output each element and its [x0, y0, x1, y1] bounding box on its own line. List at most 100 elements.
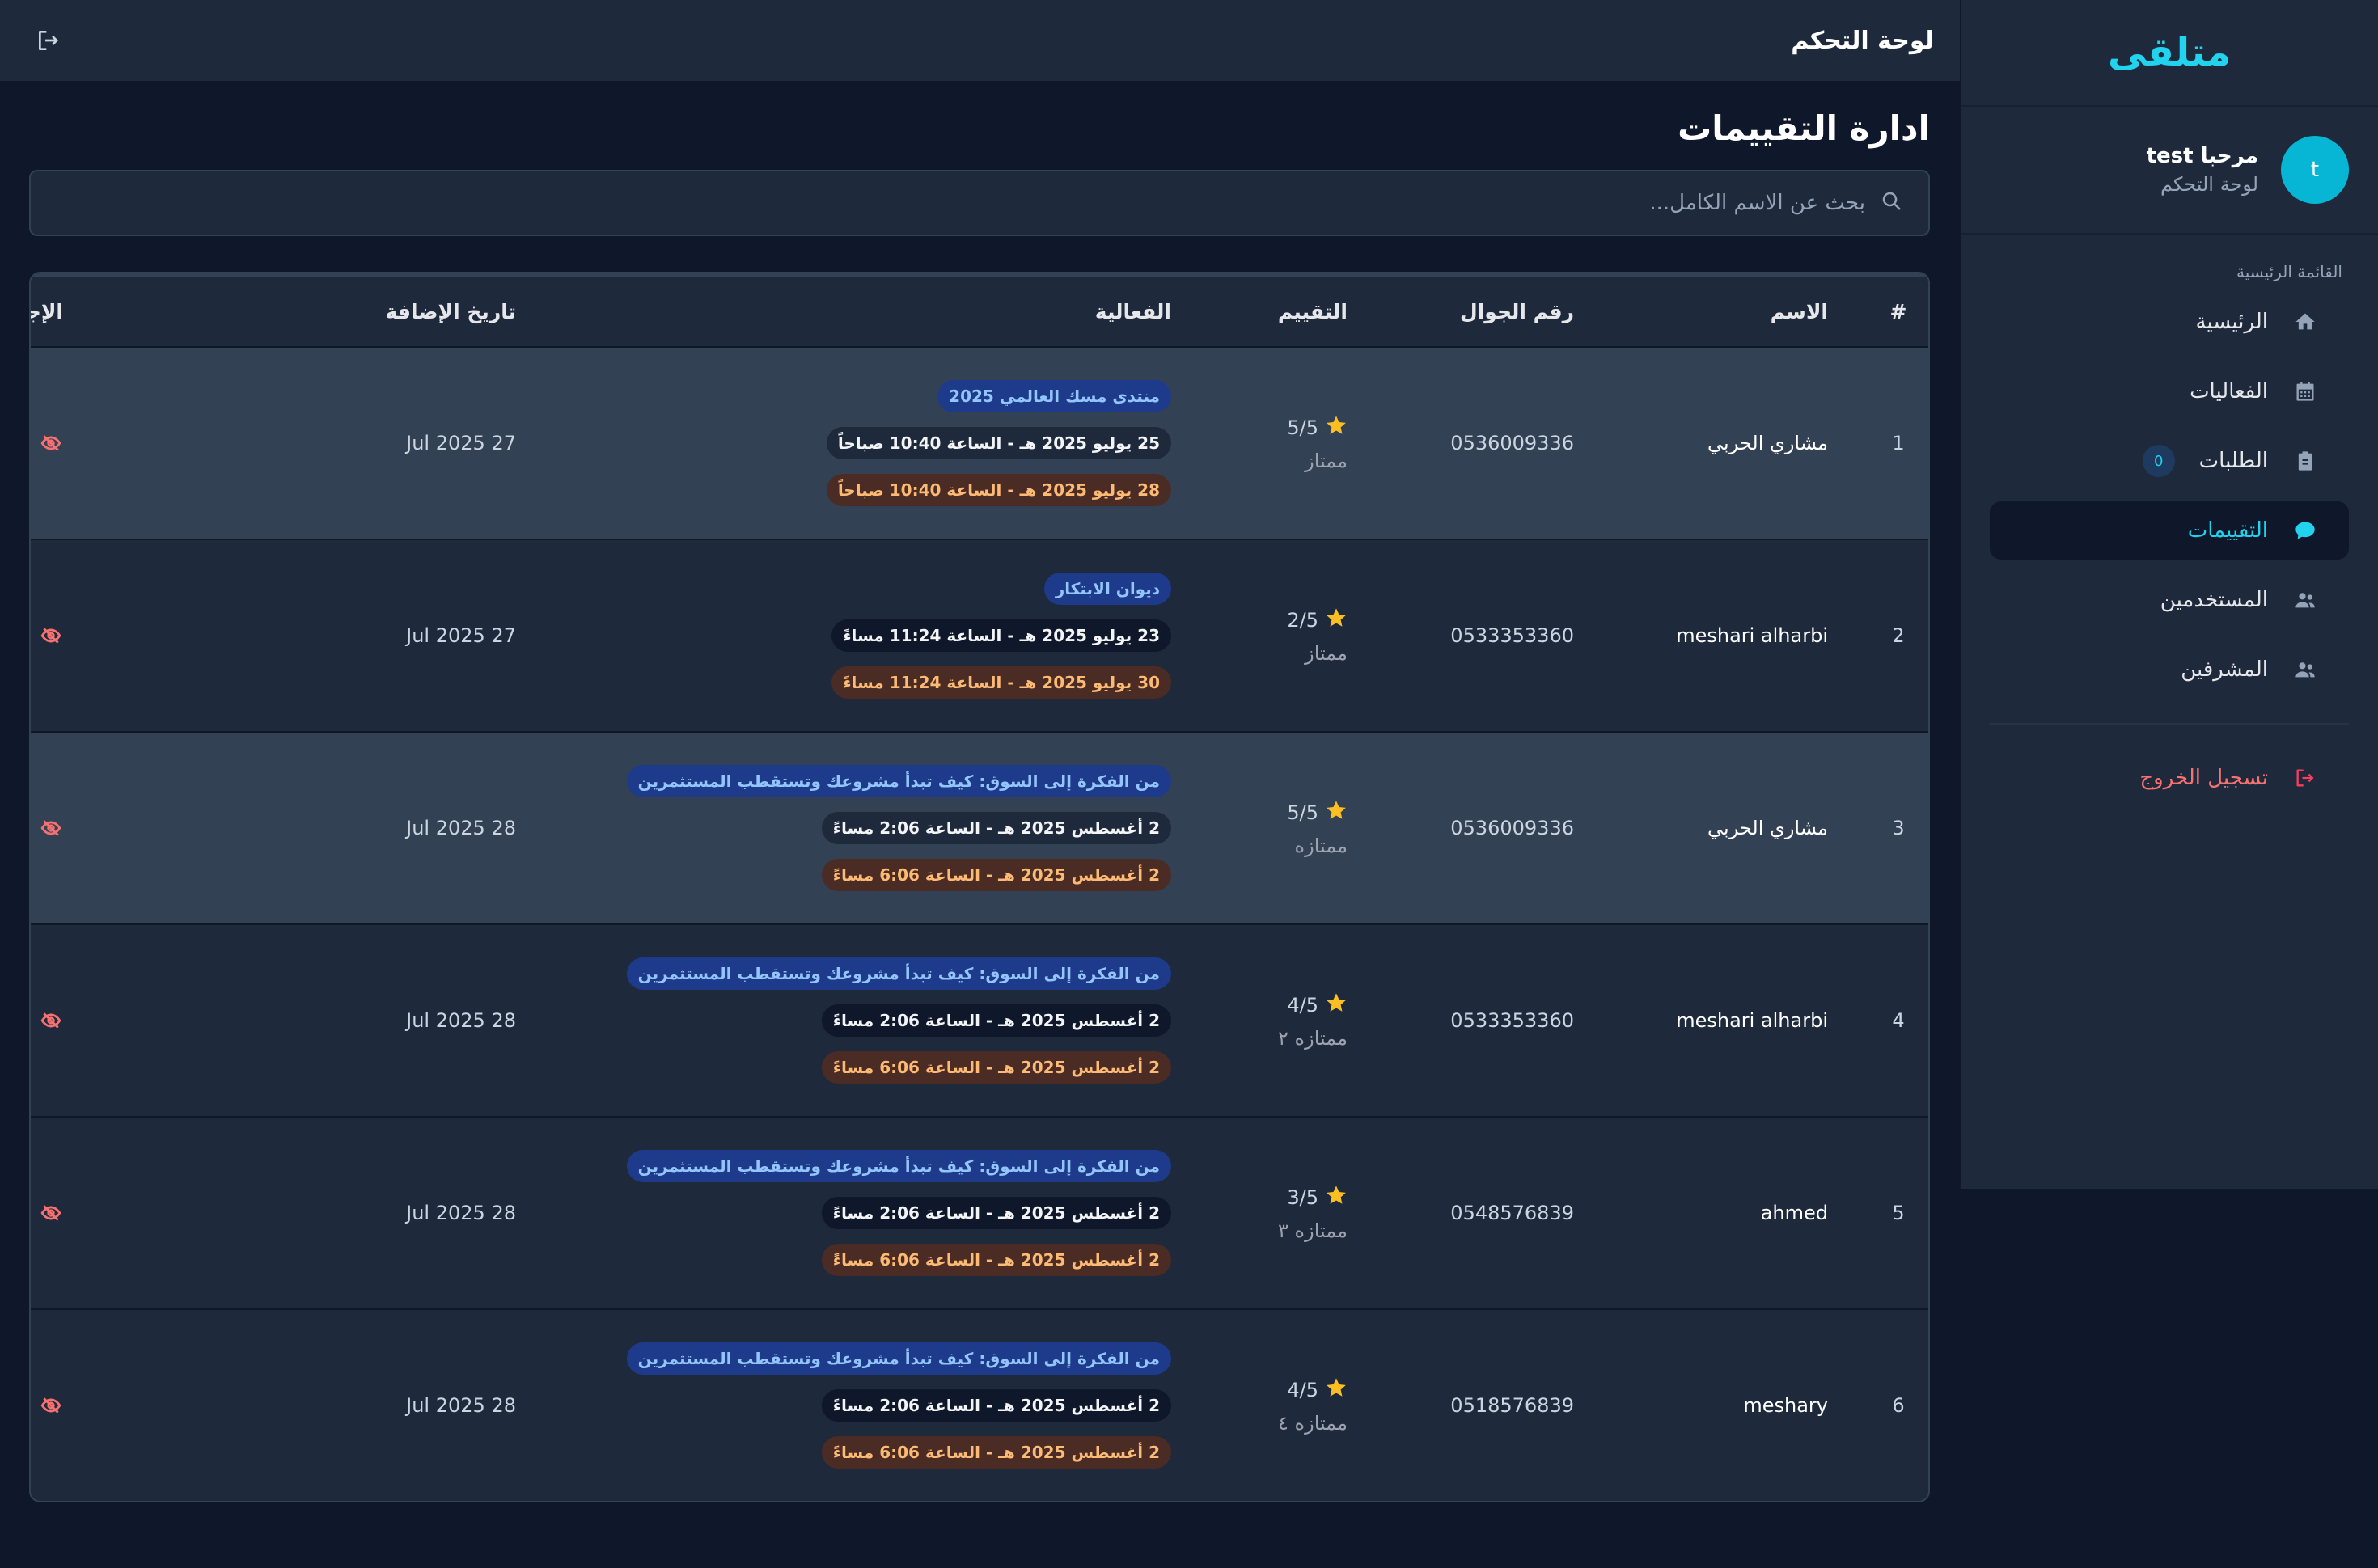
- logout-menu: تسجيل الخروج: [1961, 749, 2378, 807]
- row-date: 28 Jul 2025: [406, 1009, 516, 1032]
- rating-value: 5/5: [1287, 801, 1318, 824]
- header-date: تاريخ الإضافة: [385, 299, 516, 323]
- row-num: 2: [1892, 624, 1905, 647]
- rating-value: 3/5: [1287, 1186, 1318, 1209]
- star-icon: [1318, 991, 1348, 1019]
- sidebar-item-label: المشرفين: [2181, 657, 2268, 682]
- hide-icon[interactable]: [39, 1008, 63, 1033]
- rating-label: ممتازه ٤: [1278, 1412, 1348, 1435]
- event-title-badge: من الفكرة إلى السوق: كيف تبدأ مشروعك وتس…: [626, 1150, 1171, 1182]
- clipboard-icon: [2292, 448, 2318, 474]
- event-start-badge: 23 يوليو 2025 هـ - الساعة 11:24 مساءً: [831, 619, 1171, 652]
- row-name: meshari alharbi: [1676, 624, 1828, 647]
- hide-icon[interactable]: [39, 1393, 63, 1418]
- event-end-badge: 28 يوليو 2025 هـ - الساعة 10:40 صباحاً: [826, 474, 1171, 506]
- sidebar-item-label: الفعاليات: [2190, 379, 2268, 404]
- search-icon: [1880, 189, 1904, 217]
- star-icon: [1318, 1184, 1348, 1211]
- event-title-badge: ديوان الابتكار: [1043, 573, 1171, 605]
- sidebar-item-label: الرئيسية: [2195, 310, 2268, 334]
- row-actions: [31, 1393, 63, 1418]
- row-date: 27 Jul 2025: [406, 432, 516, 454]
- page-title: ادارة التقييمات: [1678, 108, 1930, 148]
- row-name: meshary: [1743, 1394, 1828, 1417]
- row-num: 4: [1892, 1009, 1905, 1032]
- row-date: 28 Jul 2025: [406, 1394, 516, 1417]
- row-phone: 0536009336: [1450, 432, 1574, 454]
- brand-name: متلقى: [2108, 30, 2232, 75]
- row-num: 6: [1892, 1394, 1905, 1417]
- row-event: من الفكرة إلى السوق: كيف تبدأ مشروعك وتس…: [516, 950, 1171, 1091]
- row-rating: 3/5 ممتازه ٣: [1171, 1184, 1388, 1242]
- row-rating: 4/5 ممتازه ٤: [1171, 1376, 1388, 1435]
- sidebar-item-label: الطلبات: [2198, 449, 2268, 473]
- table-row: 5 ahmed 0548576839 3/5 ممتازه ٣ من الفكر…: [31, 1116, 1928, 1308]
- topbar-title: لوحة التحكم: [1791, 26, 1934, 55]
- top-bar: لوحة التحكم: [0, 0, 1960, 81]
- user-profile: t مرحبا test لوحة التحكم: [1961, 107, 2378, 235]
- exit-icon[interactable]: [32, 24, 65, 57]
- sidebar-item-reviews[interactable]: التقييمات: [1990, 501, 2349, 560]
- rating-label: ممتاز: [1305, 450, 1348, 472]
- search-input[interactable]: [248, 191, 1865, 215]
- row-phone: 0533353360: [1450, 624, 1574, 647]
- logout-icon: [2292, 765, 2318, 791]
- header-phone: رقم الجوال: [1460, 299, 1574, 323]
- event-start-badge: 2 أغسطس 2025 هـ - الساعة 2:06 مساءً: [821, 1004, 1171, 1037]
- users-icon: [2292, 657, 2318, 683]
- row-actions: [31, 623, 63, 648]
- hide-icon[interactable]: [39, 1201, 63, 1225]
- row-event: من الفكرة إلى السوق: كيف تبدأ مشروعك وتس…: [516, 758, 1171, 898]
- menu-divider: [1990, 723, 2349, 725]
- sidebar: متلقى t مرحبا test لوحة التحكم القائمة ا…: [1960, 0, 2378, 1189]
- sidebar-item-label: المستخدمين: [2160, 588, 2268, 612]
- sidebar-item-home[interactable]: الرئيسية: [1990, 293, 2349, 351]
- sidebar-item-supervisors[interactable]: المشرفين: [1990, 640, 2349, 699]
- star-icon: [1318, 414, 1348, 442]
- row-rating: 5/5 ممتازه: [1171, 799, 1388, 857]
- event-end-badge: 2 أغسطس 2025 هـ - الساعة 6:06 مساءً: [821, 859, 1171, 891]
- avatar: t: [2281, 136, 2349, 204]
- logout-button[interactable]: تسجيل الخروج: [1990, 749, 2349, 807]
- header-name: الاسم: [1770, 299, 1828, 323]
- rating-label: ممتازه: [1294, 835, 1348, 857]
- row-rating: 5/5 ممتاز: [1171, 414, 1388, 472]
- row-num: 5: [1892, 1202, 1905, 1224]
- rating-value: 4/5: [1287, 994, 1318, 1016]
- profile-greeting: مرحبا test: [2146, 144, 2258, 168]
- rating-label: ممتاز: [1305, 642, 1348, 665]
- sidebar-menu: الرئيسية الفعاليات الطلبات 0 التقييمات ا…: [1961, 293, 2378, 699]
- sidebar-item-events[interactable]: الفعاليات: [1990, 362, 2349, 421]
- event-start-badge: 25 يوليو 2025 هـ - الساعة 10:40 صباحاً: [826, 427, 1171, 459]
- table-row: 6 meshary 0518576839 4/5 ممتازه ٤ من الف…: [31, 1308, 1928, 1501]
- event-title-badge: من الفكرة إلى السوق: كيف تبدأ مشروعك وتس…: [626, 765, 1171, 797]
- row-date: 27 Jul 2025: [406, 624, 516, 647]
- row-date: 28 Jul 2025: [406, 817, 516, 839]
- event-end-badge: 2 أغسطس 2025 هـ - الساعة 6:06 مساءً: [821, 1244, 1171, 1276]
- main-content: ادارة التقييمات # الاسم رقم الجوال التقي…: [29, 81, 1930, 1502]
- star-icon: [1318, 1376, 1348, 1404]
- table-header: # الاسم رقم الجوال التقييم الفعالية تاري…: [31, 273, 1928, 346]
- hide-icon[interactable]: [39, 816, 63, 840]
- logout-label: تسجيل الخروج: [2139, 766, 2268, 790]
- table-row: 4 meshari alharbi 0533353360 4/5 ممتازه …: [31, 923, 1928, 1116]
- row-date: 28 Jul 2025: [406, 1202, 516, 1224]
- rating-value: 4/5: [1287, 1379, 1318, 1401]
- row-num: 1: [1892, 432, 1905, 454]
- menu-heading: القائمة الرئيسية: [2236, 262, 2342, 281]
- rating-value: 5/5: [1287, 416, 1318, 439]
- hide-icon[interactable]: [39, 623, 63, 648]
- brand-logo[interactable]: متلقى: [1961, 0, 2378, 107]
- row-actions: [31, 431, 63, 455]
- event-end-badge: 30 يوليو 2025 هـ - الساعة 11:24 مساءً: [831, 666, 1171, 699]
- header-rating: التقييم: [1277, 299, 1348, 323]
- event-end-badge: 2 أغسطس 2025 هـ - الساعة 6:06 مساءً: [821, 1051, 1171, 1084]
- hide-icon[interactable]: [39, 431, 63, 455]
- profile-subtitle: لوحة التحكم: [2160, 173, 2258, 196]
- row-event: ديوان الابتكار 23 يوليو 2025 هـ - الساعة…: [516, 565, 1171, 706]
- table-row: 1 مشاري الحربي 0536009336 5/5 ممتاز منتد…: [31, 346, 1928, 539]
- row-rating: 4/5 ممتازه ٢: [1171, 991, 1388, 1050]
- row-phone: 0536009336: [1450, 817, 1574, 839]
- sidebar-item-users[interactable]: المستخدمين: [1990, 571, 2349, 629]
- sidebar-item-requests[interactable]: الطلبات 0: [1990, 432, 2349, 490]
